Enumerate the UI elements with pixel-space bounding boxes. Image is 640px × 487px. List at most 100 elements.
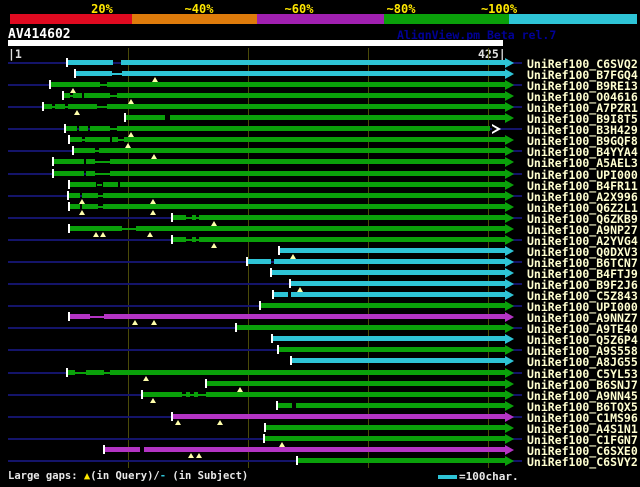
alignment-segment <box>172 215 186 220</box>
alignment-start-tick <box>141 390 143 399</box>
alignment-start-tick <box>290 356 292 365</box>
alignment-end-arrow-icon <box>505 401 514 411</box>
alignment-start-tick <box>68 135 70 144</box>
subject-gap-line <box>112 73 122 75</box>
query-gap-triangle-icon <box>93 232 99 237</box>
alignment-end-arrow-icon <box>505 113 514 123</box>
alignment-segment <box>51 82 100 87</box>
alignment-segment <box>103 204 505 209</box>
alignment-end-arrow-icon <box>505 434 514 444</box>
alignment-segment <box>66 126 77 131</box>
alignment-segment <box>291 292 505 297</box>
alignment-start-tick <box>264 423 266 432</box>
alignment-segment <box>298 458 505 463</box>
query-gap-triangle-icon <box>143 376 149 381</box>
alignment-segment <box>99 148 505 153</box>
alignment-segment <box>84 93 110 98</box>
alignment-start-tick <box>263 434 265 443</box>
alignment-end-arrow-icon <box>505 202 514 212</box>
alignview-screen: 20% ~40% ~60% ~80% ~100% AV414602 AlignView.… <box>0 0 640 487</box>
identity-scale-segment <box>10 14 132 24</box>
alignment-segment <box>68 60 113 65</box>
alignment-segment <box>265 436 505 441</box>
alignment-segment <box>274 292 288 297</box>
alignment-end-arrow-icon <box>505 423 514 433</box>
alignment-segment <box>117 126 490 131</box>
alignment-segment <box>186 392 190 397</box>
alignment-segment <box>173 414 505 419</box>
alignment-segment <box>54 171 84 176</box>
alignment-end-arrow-icon <box>505 379 514 389</box>
alignment-segment <box>86 370 104 375</box>
alignment-segment <box>144 447 505 452</box>
alignment-segment <box>280 248 505 253</box>
alignment-segment <box>122 71 505 76</box>
alignment-segment <box>278 403 292 408</box>
alignment-start-tick <box>52 169 54 178</box>
alignment-segment <box>291 281 505 286</box>
identity-scale-segment <box>509 14 637 24</box>
alignment-end-arrow-icon <box>505 191 514 201</box>
alignment-segment <box>120 182 505 187</box>
alignment-segment <box>296 403 505 408</box>
alignment-segment <box>76 71 112 76</box>
alignment-end-arrow-icon <box>505 135 514 145</box>
alignment-end-arrow-icon <box>505 169 514 179</box>
alignment-start-tick <box>68 202 70 211</box>
identity-percent-label: ~100% <box>480 2 518 16</box>
alignment-segment <box>68 104 97 109</box>
alignment-start-tick <box>72 146 74 155</box>
alignment-segment <box>63 93 70 98</box>
alignment-segment <box>136 226 505 231</box>
alignment-segment <box>86 159 95 164</box>
subject-gap-line <box>90 316 104 318</box>
alignment-segment <box>103 182 118 187</box>
alignment-segment <box>199 215 505 220</box>
alignment-end-arrow-icon <box>505 279 514 289</box>
alignment-segment <box>274 259 505 264</box>
alignment-start-tick <box>296 456 298 465</box>
alignment-start-tick <box>66 58 68 67</box>
identity-percent-label: ~40% <box>184 2 214 16</box>
alignment-segment <box>68 370 75 375</box>
alignment-start-tick <box>103 445 105 454</box>
alignment-segment <box>292 358 505 363</box>
alignment-end-arrow-icon <box>505 290 514 300</box>
alignment-end-arrow-icon <box>505 146 514 156</box>
alignment-start-tick <box>67 191 69 200</box>
alignment-start-tick <box>259 301 261 310</box>
alignment-segment <box>273 336 505 341</box>
alignment-segment <box>248 259 271 264</box>
alignment-segment <box>70 226 122 231</box>
identity-percent-label: ~80% <box>386 2 416 16</box>
query-gap-triangle-icon <box>196 453 202 458</box>
alignment-start-tick <box>289 279 291 288</box>
gap-legend-mid: (in Query)/ <box>90 470 160 482</box>
alignment-end-arrow-icon <box>505 345 514 355</box>
subject-gap-line <box>122 228 136 230</box>
query-gap-triangle-icon <box>211 243 217 248</box>
alignment-segment <box>70 314 90 319</box>
alignment-end-arrow-icon <box>505 157 514 167</box>
alignment-start-tick <box>64 124 66 133</box>
alignment-segment <box>143 392 182 397</box>
query-gap-triangle-icon <box>175 420 181 425</box>
alignment-segment <box>124 137 505 142</box>
alignment-segment <box>69 182 96 187</box>
alignment-start-tick <box>246 257 248 266</box>
alignment-segment <box>121 60 505 65</box>
alignment-segment <box>261 303 505 308</box>
alignment-end-arrow-icon <box>505 445 514 455</box>
alignment-end-arrow-icon <box>505 246 514 256</box>
alignment-segment <box>82 204 98 209</box>
alignment-start-tick <box>68 224 70 233</box>
alignment-segment <box>44 104 52 109</box>
alignment-end-arrow-icon <box>505 91 514 101</box>
alignment-start-tick <box>235 323 237 332</box>
hit-label[interactable]: UniRef100_C6SVY2 <box>527 455 638 469</box>
alignment-start-tick <box>68 180 70 189</box>
alignment-end-arrow-inner <box>492 126 497 132</box>
gridline <box>128 48 129 468</box>
alignment-segment <box>107 104 505 109</box>
alignment-start-tick <box>271 334 273 343</box>
